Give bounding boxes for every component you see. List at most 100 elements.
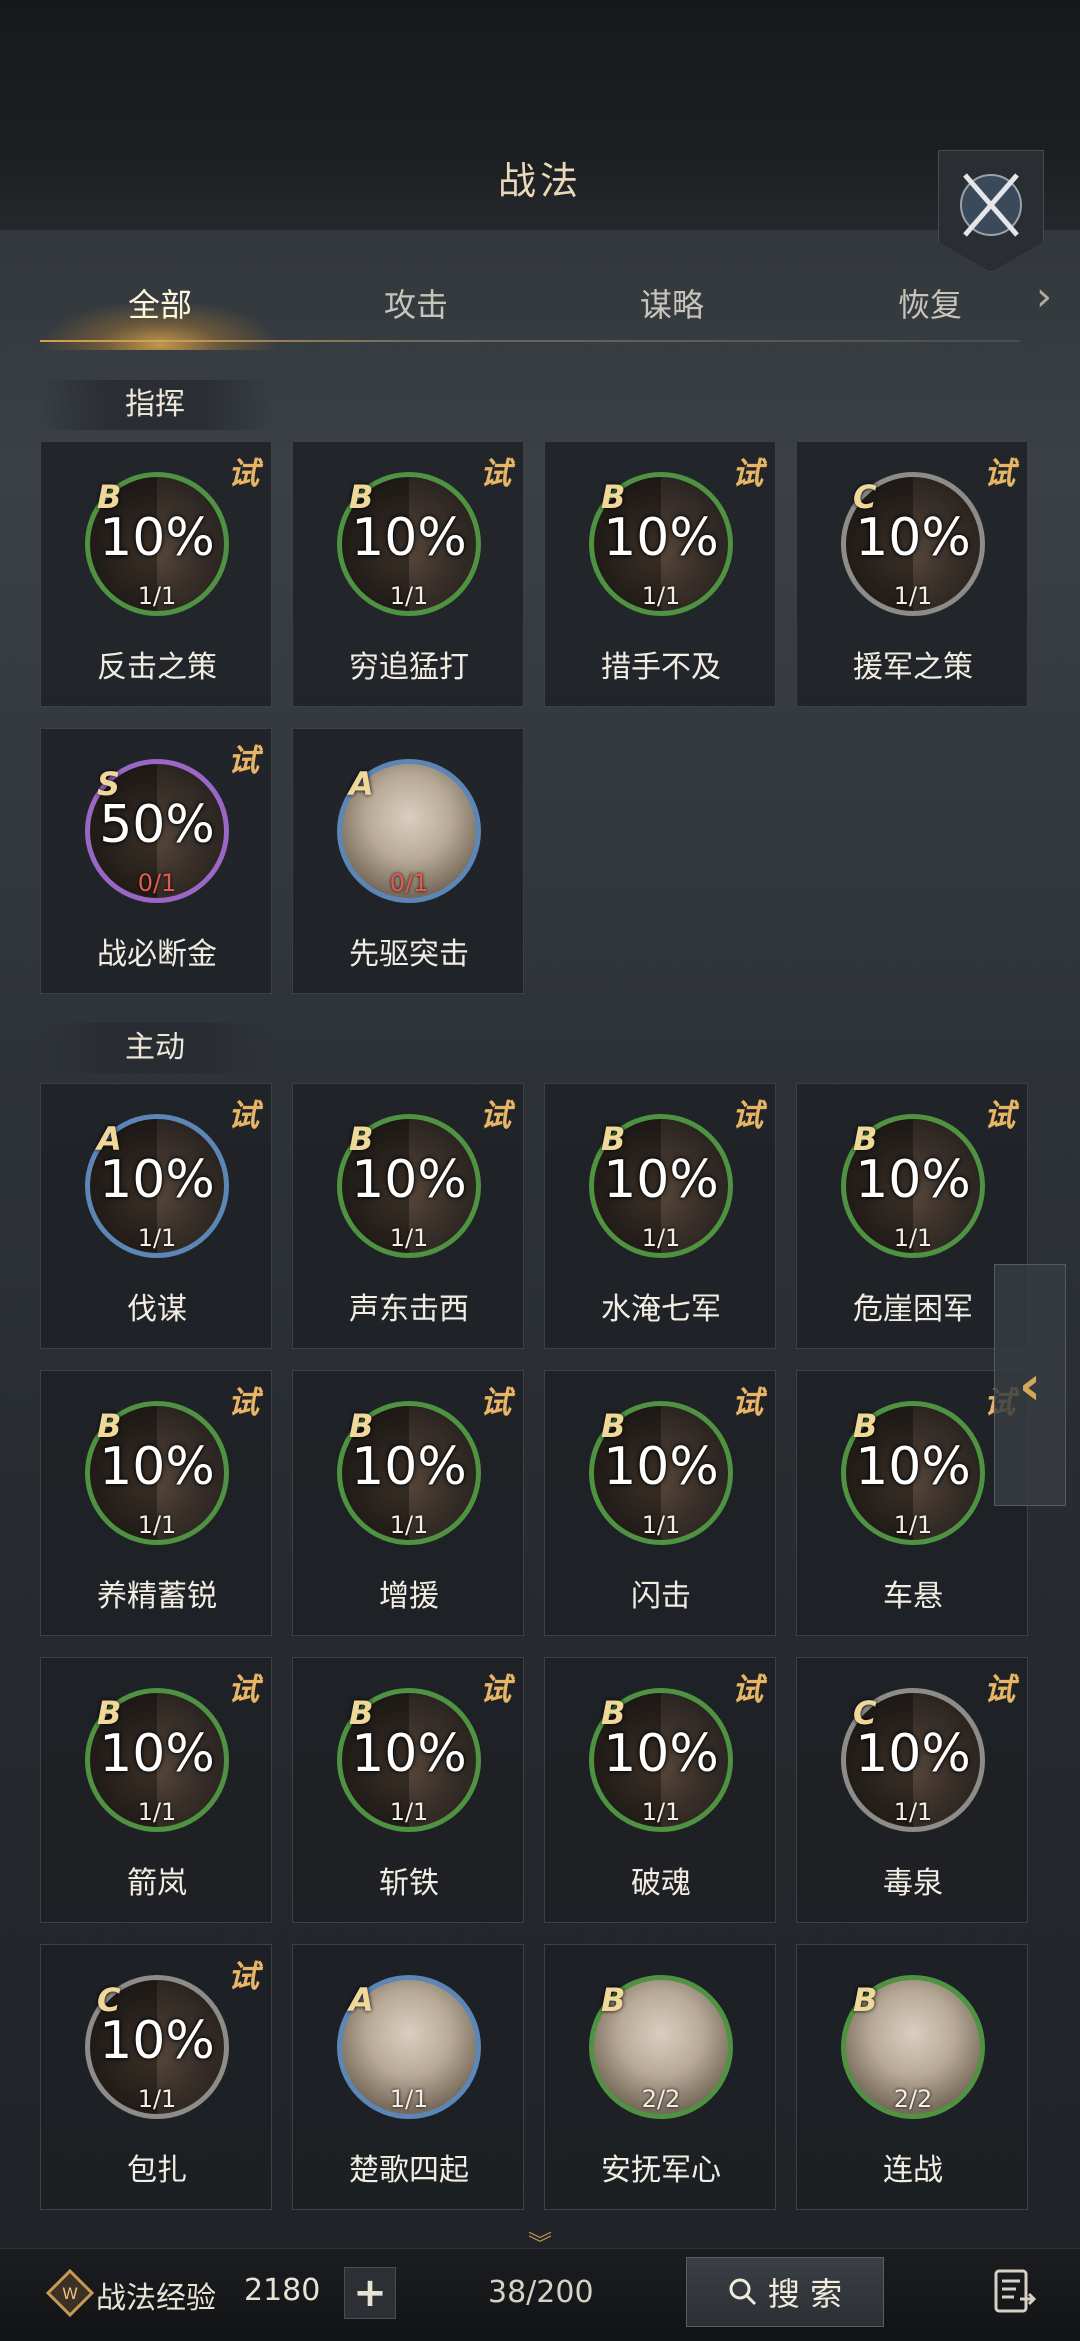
skill-card[interactable]: C 10% 1/1 试援军之策 (796, 441, 1028, 707)
skill-count: 1/1 (641, 582, 681, 610)
skill-progress: 10% (351, 1437, 467, 1497)
skill-count: 1/1 (137, 2085, 177, 2113)
skill-card[interactable]: A 1/1 楚歌四起 (292, 1944, 524, 2210)
skill-progress: 10% (603, 1150, 719, 1210)
skill-card[interactable]: B 2/2 安抚军心 (544, 1944, 776, 2210)
chevron-left-icon: ‹ (1018, 1353, 1042, 1417)
skill-card[interactable]: B 10% 1/1 试增援 (292, 1370, 524, 1636)
skill-progress: 10% (99, 1437, 215, 1497)
skill-count: 1/1 (893, 582, 933, 610)
tab-strategy[interactable]: 谋略 (582, 280, 762, 326)
skill-progress: 10% (351, 1150, 467, 1210)
chevron-right-icon[interactable]: › (1036, 274, 1052, 320)
skill-name: 包扎 (127, 2153, 187, 2188)
skill-card[interactable]: B 10% 1/1 试声东击西 (292, 1083, 524, 1349)
skill-count: 2/2 (641, 2085, 681, 2113)
skill-grade: B (853, 1981, 878, 2019)
skill-name: 楚歌四起 (349, 2153, 469, 2188)
trial-badge: 试 (228, 1672, 259, 1708)
trial-badge: 试 (732, 456, 763, 492)
skill-count: 1/1 (893, 1798, 933, 1826)
skill-card[interactable]: B 10% 1/1 试闪击 (544, 1370, 776, 1636)
skill-card[interactable]: C 10% 1/1 试毒泉 (796, 1657, 1028, 1923)
skill-progress: 10% (99, 1150, 215, 1210)
skill-progress: 10% (603, 1724, 719, 1784)
section-label-active: 主动 (40, 1023, 270, 1073)
skill-progress: 10% (855, 1437, 971, 1497)
skill-card[interactable]: B 10% 1/1 试破魂 (544, 1657, 776, 1923)
skill-name: 箭岚 (127, 1866, 187, 1901)
skill-card[interactable]: B 10% 1/1 试措手不及 (544, 441, 776, 707)
skill-progress: 10% (351, 1724, 467, 1784)
skill-name: 反击之策 (97, 650, 217, 685)
tab-attack[interactable]: 攻击 (326, 280, 506, 326)
trial-badge: 试 (228, 743, 259, 779)
search-button-label: 搜 索 (767, 2275, 843, 2313)
trial-badge: 试 (480, 1098, 511, 1134)
skill-name: 先驱突击 (349, 937, 469, 972)
list-export-icon[interactable] (992, 2267, 1038, 2315)
skill-name: 闪击 (631, 1579, 691, 1614)
side-drawer-toggle[interactable]: ‹ (994, 1264, 1066, 1506)
trial-badge: 试 (984, 456, 1015, 492)
skill-card[interactable]: B 10% 1/1 试穷追猛打 (292, 441, 524, 707)
skill-progress: 10% (855, 508, 971, 568)
skill-card[interactable]: B 10% 1/1 试反击之策 (40, 441, 272, 707)
tab-all[interactable]: 全部 (70, 280, 250, 326)
exp-value: 2180 (244, 2273, 321, 2308)
skill-progress: 50% (99, 795, 215, 855)
crossed-swords-icon (960, 173, 1022, 237)
skill-progress: 10% (855, 1150, 971, 1210)
skill-count: 1/1 (893, 1511, 933, 1539)
skill-card[interactable]: B 10% 1/1 试养精蓄锐 (40, 1370, 272, 1636)
skill-progress: 10% (855, 1724, 971, 1784)
skill-name: 连战 (883, 2153, 943, 2188)
skill-name: 破魂 (631, 1866, 691, 1901)
skill-name: 增援 (379, 1579, 439, 1614)
skill-count: 1/1 (389, 582, 429, 610)
skill-card[interactable]: S 50% 0/1 试战必断金 (40, 728, 272, 994)
tab-divider (40, 340, 1020, 342)
skill-name: 穷追猛打 (349, 650, 469, 685)
skill-name: 车悬 (883, 1579, 943, 1614)
add-exp-button[interactable]: + (344, 2267, 396, 2319)
category-tabs: 全部 攻击 谋略 恢复 › (40, 262, 1052, 350)
search-button[interactable]: 搜 索 (686, 2257, 884, 2327)
skill-count: 1/1 (389, 2085, 429, 2113)
skill-card[interactable]: B 10% 1/1 试箭岚 (40, 1657, 272, 1923)
skill-card[interactable]: B 10% 1/1 试斩铁 (292, 1657, 524, 1923)
skill-count: 1/1 (641, 1224, 681, 1252)
skill-count: 1/1 (893, 1224, 933, 1252)
page-title: 战法 (497, 159, 582, 203)
skill-card[interactable]: A 0/1 先驱突击 (292, 728, 524, 994)
trial-badge: 试 (984, 1672, 1015, 1708)
search-icon (729, 2278, 756, 2306)
skill-name: 援军之策 (853, 650, 973, 685)
skill-name: 斩铁 (379, 1866, 439, 1901)
crossed-swords-emblem[interactable] (938, 150, 1044, 272)
skill-progress: 10% (99, 2011, 215, 2071)
skill-card[interactable]: B 10% 1/1 试水淹七军 (544, 1083, 776, 1349)
trial-badge: 试 (480, 1385, 511, 1421)
skill-count: 1/1 (137, 1798, 177, 1826)
trial-badge: 试 (984, 1098, 1015, 1134)
skill-count: 1/1 (389, 1224, 429, 1252)
skill-name: 安抚军心 (601, 2153, 721, 2188)
skill-card[interactable]: A 10% 1/1 试伐谋 (40, 1083, 272, 1349)
trial-badge: 试 (228, 456, 259, 492)
skill-count: 0/1 (389, 869, 429, 897)
skill-card[interactable]: B 2/2 连战 (796, 1944, 1028, 2210)
skill-count: 2/2 (893, 2085, 933, 2113)
skill-grade: A (349, 765, 374, 803)
trial-badge: 试 (732, 1098, 763, 1134)
skill-exp-icon: W (46, 2269, 94, 2317)
tab-recovery[interactable]: 恢复 (840, 280, 1020, 326)
section-label-command: 指挥 (40, 380, 270, 430)
skill-count: 1/1 (137, 582, 177, 610)
trial-badge: 试 (228, 1385, 259, 1421)
skill-grade: B (601, 1981, 626, 2019)
skill-name: 声东击西 (349, 1292, 469, 1327)
trial-badge: 试 (228, 1959, 259, 1995)
trial-badge: 试 (228, 1098, 259, 1134)
skill-card[interactable]: C 10% 1/1 试包扎 (40, 1944, 272, 2210)
